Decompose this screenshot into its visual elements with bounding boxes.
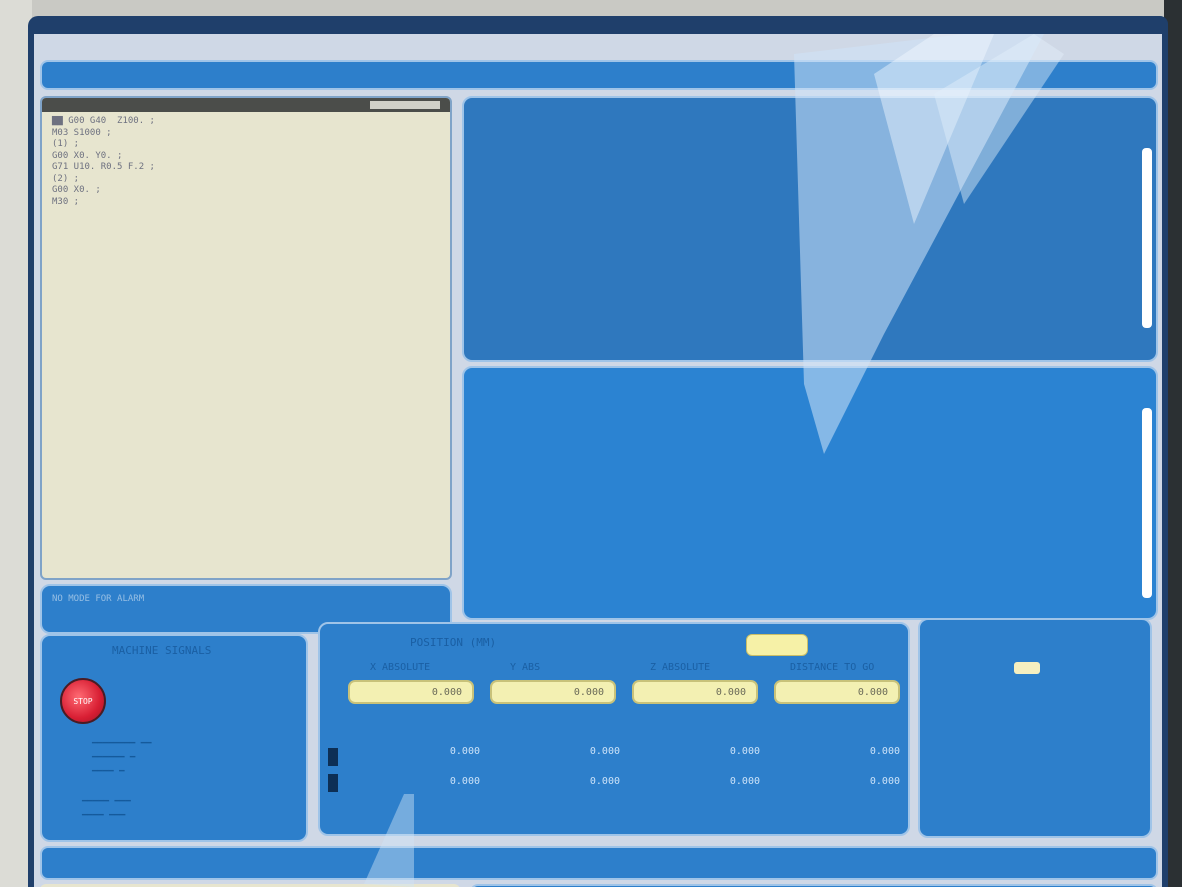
bottom-softkey-bar[interactable] — [40, 846, 1158, 880]
program-line: G00 X0. Y0. ; — [52, 150, 123, 161]
row-tab[interactable] — [328, 748, 338, 766]
column-label: Y ABS — [510, 662, 541, 673]
program-editor[interactable]: ▇▇ G00 G40 Z100. ; M03 S1000 ; (1) ; G00… — [40, 96, 452, 580]
position-value: 0.000 — [449, 746, 480, 757]
position-mode-badge[interactable] — [746, 634, 808, 656]
program-line: (1) ; — [52, 139, 80, 149]
cnc-screen: ▇▇ G00 G40 Z100. ; M03 S1000 ; (1) ; G00… — [28, 16, 1168, 887]
program-lines[interactable]: ▇▇ G00 G40 Z100. ; M03 S1000 ; (1) ; G00… — [52, 116, 155, 208]
signal-row: ▁▁▁▁▁▁▁▁ ▁▁ — [92, 734, 152, 744]
signal-row: ▁▁▁▁▁ ▁▁▁ — [82, 792, 131, 802]
position-field-x[interactable]: 0.000 — [348, 680, 474, 704]
stop-label: STOP — [73, 696, 93, 706]
position-value: 0.000 — [729, 776, 760, 787]
position-value: 0.000 — [869, 776, 900, 787]
position-field-dtg[interactable]: 0.000 — [774, 680, 900, 704]
title-bar — [40, 60, 1158, 90]
position-value: 0.000 — [449, 776, 480, 787]
program-line: ▇▇ G00 G40 Z100. ; — [52, 116, 155, 126]
program-line: M30 ; — [52, 196, 80, 207]
column-label: DISTANCE TO GO — [790, 662, 875, 673]
program-line: M03 S1000 ; — [52, 127, 112, 138]
row-tab[interactable] — [328, 774, 338, 792]
screen-area: ▇▇ G00 G40 Z100. ; M03 S1000 ; (1) ; G00… — [34, 34, 1162, 887]
machine-signals-panel: MACHINE SIGNALS STOP ▁▁▁▁▁▁▁▁ ▁▁ ▁▁▁▁▁▁ … — [40, 634, 308, 842]
program-line: G00 X0. ; — [52, 185, 101, 195]
status-panel-upper — [462, 96, 1158, 362]
position-value: 0.000 — [729, 746, 760, 757]
signals-title: MACHINE SIGNALS — [112, 644, 212, 657]
status-panel-lower — [462, 366, 1158, 620]
lower-scrollbar[interactable] — [1142, 408, 1152, 598]
program-line: G71 U10. R0.5 F.2 ; — [52, 162, 155, 172]
editor-header — [42, 98, 450, 112]
signal-row: ▁▁▁▁ ▁ — [92, 762, 125, 772]
position-panel: POSITION (MM) X ABSOLUTE Y ABS Z ABSOLUT… — [318, 622, 910, 836]
info-panel — [918, 618, 1152, 838]
position-title: POSITION (MM) — [410, 636, 497, 649]
upper-scrollbar[interactable] — [1142, 148, 1152, 328]
position-value: 0.000 — [869, 746, 900, 757]
signal-row: ▁▁▁▁▁▁ ▁ — [92, 748, 136, 758]
position-field-z[interactable]: 0.000 — [632, 680, 758, 704]
program-line: (2) ; — [52, 173, 80, 184]
position-value: 0.000 — [589, 746, 620, 757]
position-field-y[interactable]: 0.000 — [490, 680, 616, 704]
column-label: Z ABSOLUTE — [650, 662, 711, 673]
stop-button[interactable]: STOP — [60, 678, 106, 724]
position-value: 0.000 — [589, 776, 620, 787]
message-line: NO MODE FOR ALARM — [52, 594, 145, 604]
info-badge[interactable] — [1014, 662, 1040, 674]
signal-row: ▁▁▁▁ ▁▁▁ — [82, 806, 126, 816]
column-label: X ABSOLUTE — [370, 662, 431, 673]
editor-scroll-indicator[interactable] — [370, 101, 440, 109]
